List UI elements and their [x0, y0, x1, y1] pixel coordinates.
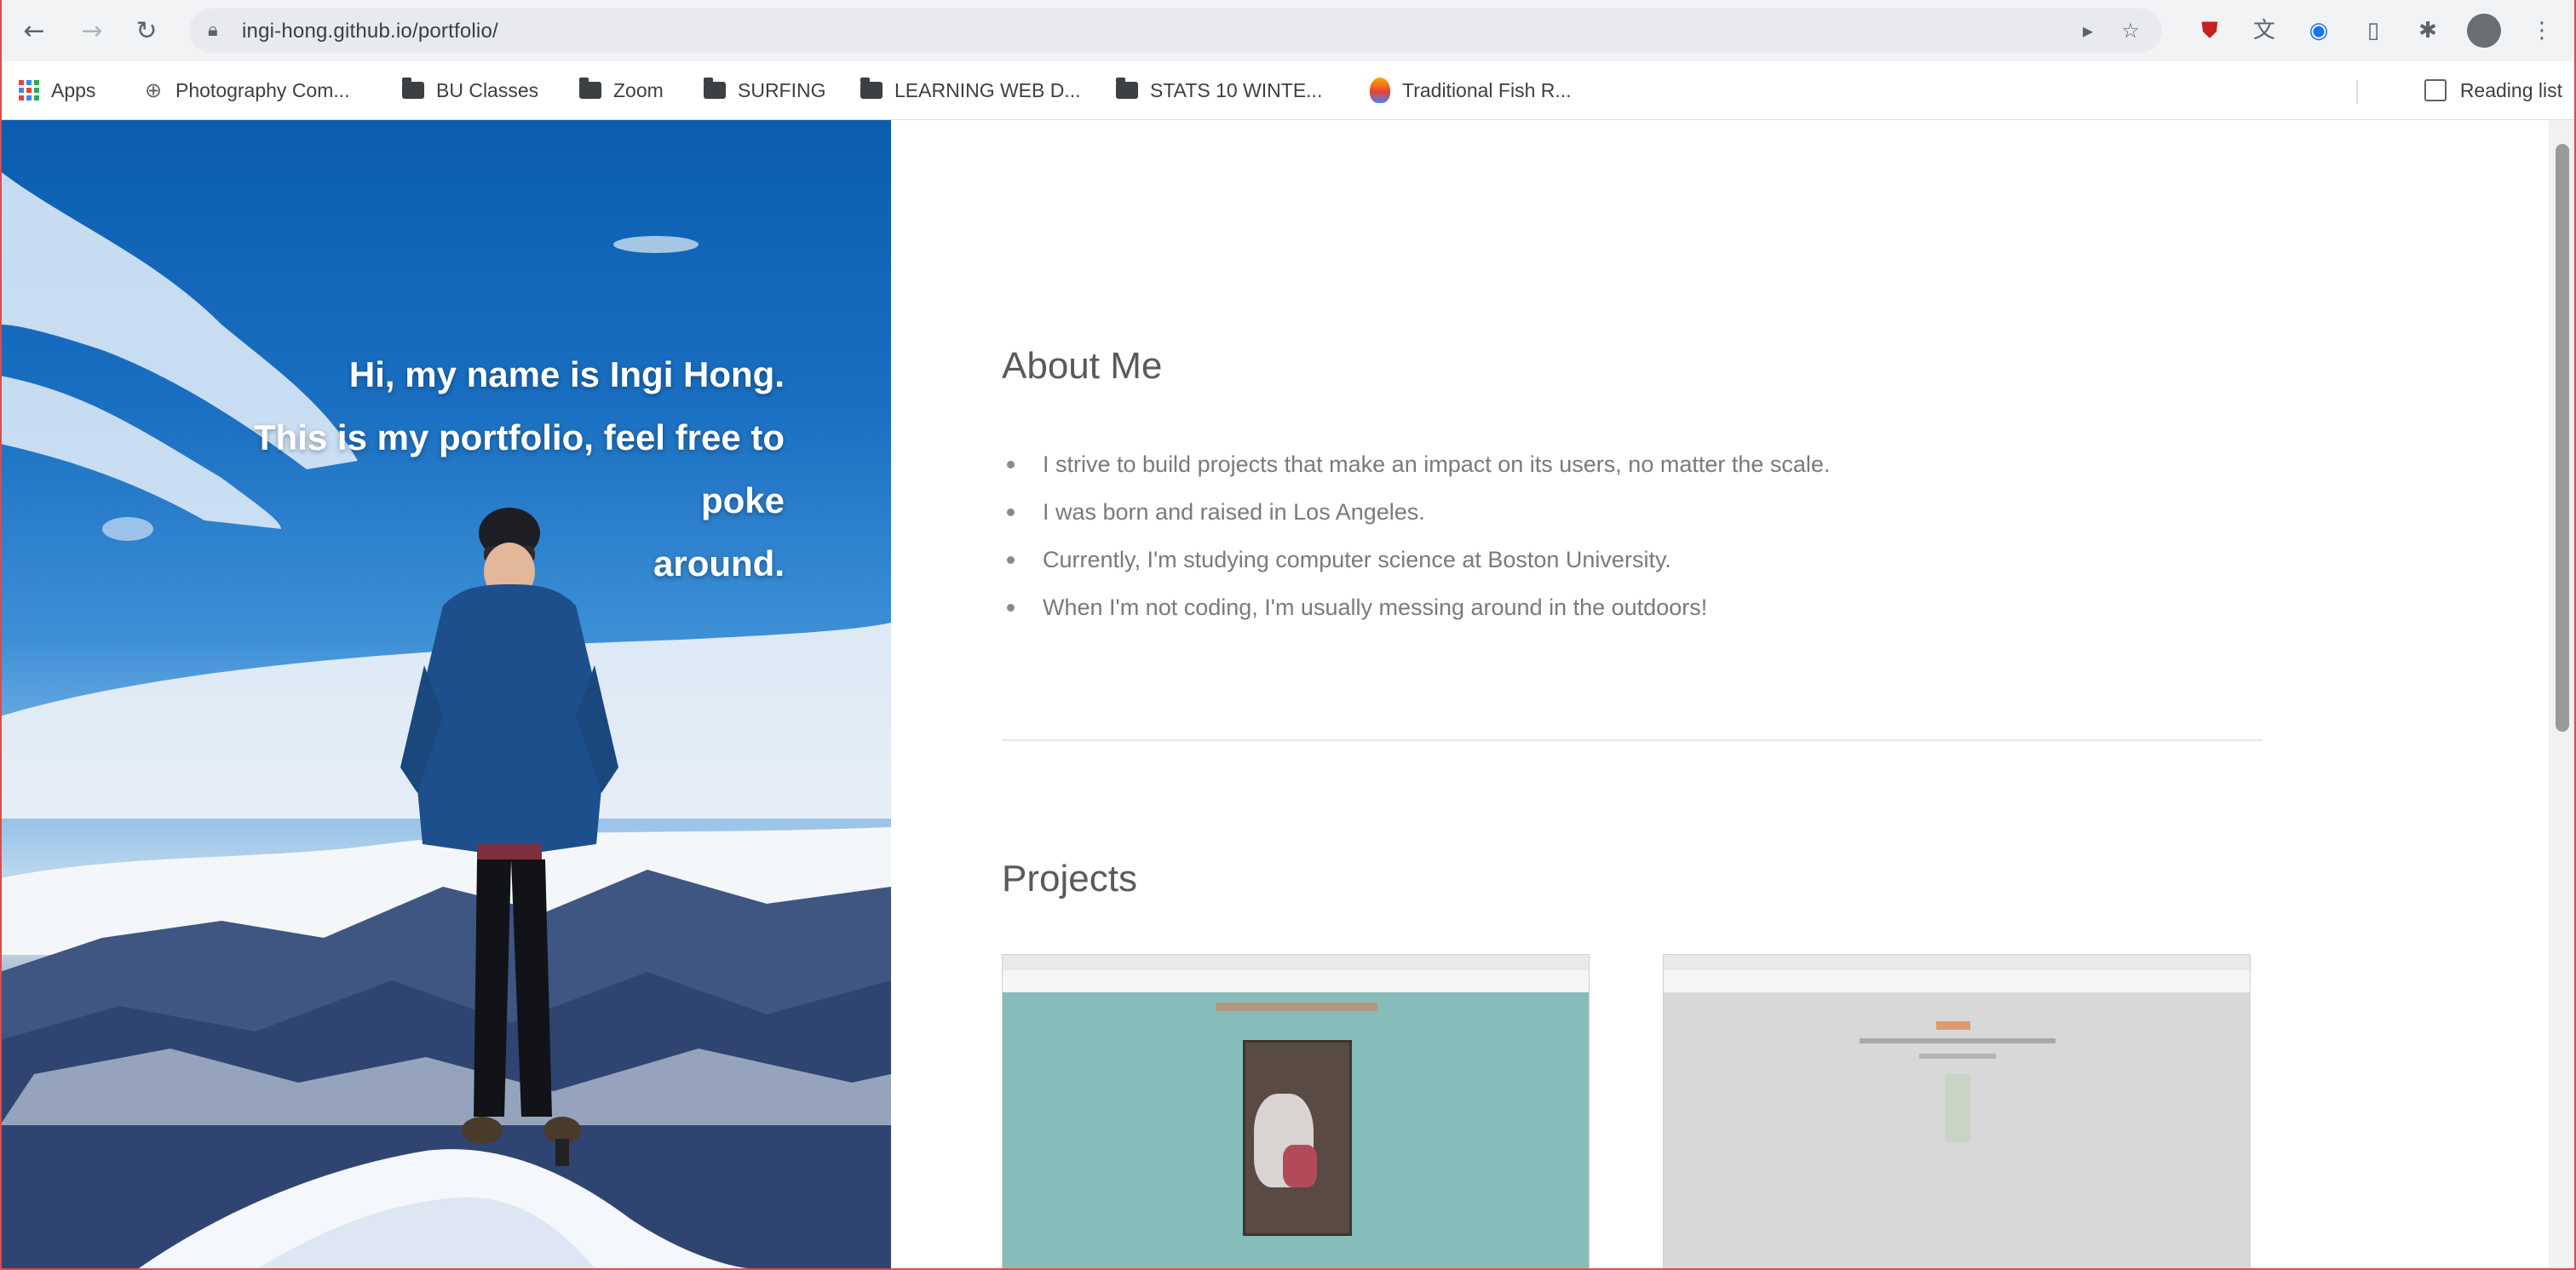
folder-icon [579, 78, 601, 99]
folder-icon [1116, 78, 1138, 99]
about-item: I strive to build projects that make an … [1002, 440, 1830, 488]
profile-avatar[interactable] [2467, 14, 2501, 48]
hero-line-2: This is my portfolio, feel free to poke [253, 417, 785, 520]
reload-icon: ↻ [135, 15, 158, 46]
project-card-1[interactable] [1002, 954, 1590, 1270]
about-me-list: I strive to build projects that make an … [1002, 440, 1830, 631]
folder-icon [860, 78, 883, 99]
bookmarks-bar: Apps ⊕ Photography Com... BU Classes Zoo… [0, 61, 2576, 120]
lock-icon: 🔒︎ [208, 20, 218, 41]
main-content: About Me I strive to build projects that… [891, 120, 2549, 1270]
project-1-screenshot-toolbar [1003, 955, 1589, 971]
back-button[interactable]: ← [15, 12, 53, 49]
bookmark-traditional-fish[interactable]: Traditional Fish R... [1370, 73, 1572, 107]
flame-icon [1370, 78, 1390, 103]
mountain-landscape-image [0, 171, 891, 1270]
bookmark-learning-web-dev[interactable]: LEARNING WEB D... [860, 73, 1081, 107]
hero-greeting: Hi, my name is Ingi Hong. This is my por… [171, 343, 785, 595]
project-2-text-line [1919, 1054, 1996, 1059]
project-2-screenshot-tabs [1664, 970, 2250, 992]
bookmark-photography[interactable]: ⊕ Photography Com... [141, 73, 350, 107]
page-scrollbar[interactable] [2549, 120, 2576, 1270]
bookmark-surfing[interactable]: SURFING [704, 73, 826, 107]
projects-heading: Projects [1002, 858, 1137, 899]
about-item: I was born and raised in Los Angeles. [1002, 488, 1830, 536]
about-item: Currently, I'm studying computer science… [1002, 536, 1830, 583]
browser-toolbar: ← → ↻ 🔒︎ ingi-hong.github.io/portfolio/ … [0, 0, 2576, 61]
project-card-2[interactable] [1663, 954, 2251, 1270]
about-item: When I'm not coding, I'm usually messing… [1002, 583, 1830, 631]
project-1-screenshot-tabs [1003, 970, 1589, 992]
document-extension-icon[interactable]: ▯ [2358, 15, 2389, 46]
forward-button[interactable]: → [73, 12, 111, 49]
apps-grid-icon [19, 80, 39, 101]
bookmark-star-icon[interactable]: ☆ [2118, 19, 2143, 44]
bookmarks-divider [2356, 80, 2358, 104]
url-text: ingi-hong.github.io/portfolio/ [242, 20, 498, 43]
project-1-photo-thumbnail [1243, 1040, 1352, 1236]
section-divider [1002, 739, 2263, 741]
project-2-screenshot-toolbar [1664, 955, 2250, 971]
folder-icon [704, 78, 726, 99]
translate-extension-icon[interactable]: 文 [2249, 15, 2280, 46]
project-1-title-strip [1216, 1003, 1377, 1011]
puzzle-extensions-icon[interactable]: ✱ [2412, 15, 2443, 46]
hero-line-1: Hi, my name is Ingi Hong. [348, 354, 785, 394]
bookmark-apps[interactable]: Apps [19, 73, 95, 107]
reading-list-button[interactable]: Reading list [2424, 73, 2562, 107]
reload-button[interactable]: ↻ [128, 12, 165, 49]
address-bar[interactable]: 🔒︎ ingi-hong.github.io/portfolio/ ▸ ☆ [189, 9, 2162, 53]
hero-photo-panel: Hi, my name is Ingi Hong. This is my por… [0, 120, 891, 1270]
about-me-heading: About Me [1002, 345, 1163, 387]
arrow-left-icon: ← [23, 15, 45, 46]
shield-extension-icon[interactable]: ⛊ [2194, 15, 2225, 46]
project-2-form-stack [1945, 1074, 1970, 1142]
hero-line-3: around. [653, 543, 785, 583]
google-extension-icon[interactable]: ◉ [2303, 15, 2334, 46]
bookmark-zoom[interactable]: Zoom [579, 73, 664, 107]
project-2-logo [1936, 1021, 1970, 1030]
bookmark-bu-classes[interactable]: BU Classes [402, 73, 538, 107]
reading-list-icon [2424, 79, 2447, 101]
project-2-text-line [1860, 1038, 2056, 1043]
globe-icon: ⊕ [144, 78, 163, 102]
cast-icon[interactable]: ▸ [2075, 19, 2101, 44]
more-menu-icon[interactable]: ⋮ [2527, 15, 2557, 46]
bookmark-stats-10[interactable]: STATS 10 WINTE... [1116, 73, 1322, 107]
arrow-right-icon: → [81, 15, 103, 46]
folder-icon [402, 78, 424, 99]
scrollbar-thumb[interactable] [2556, 144, 2569, 732]
